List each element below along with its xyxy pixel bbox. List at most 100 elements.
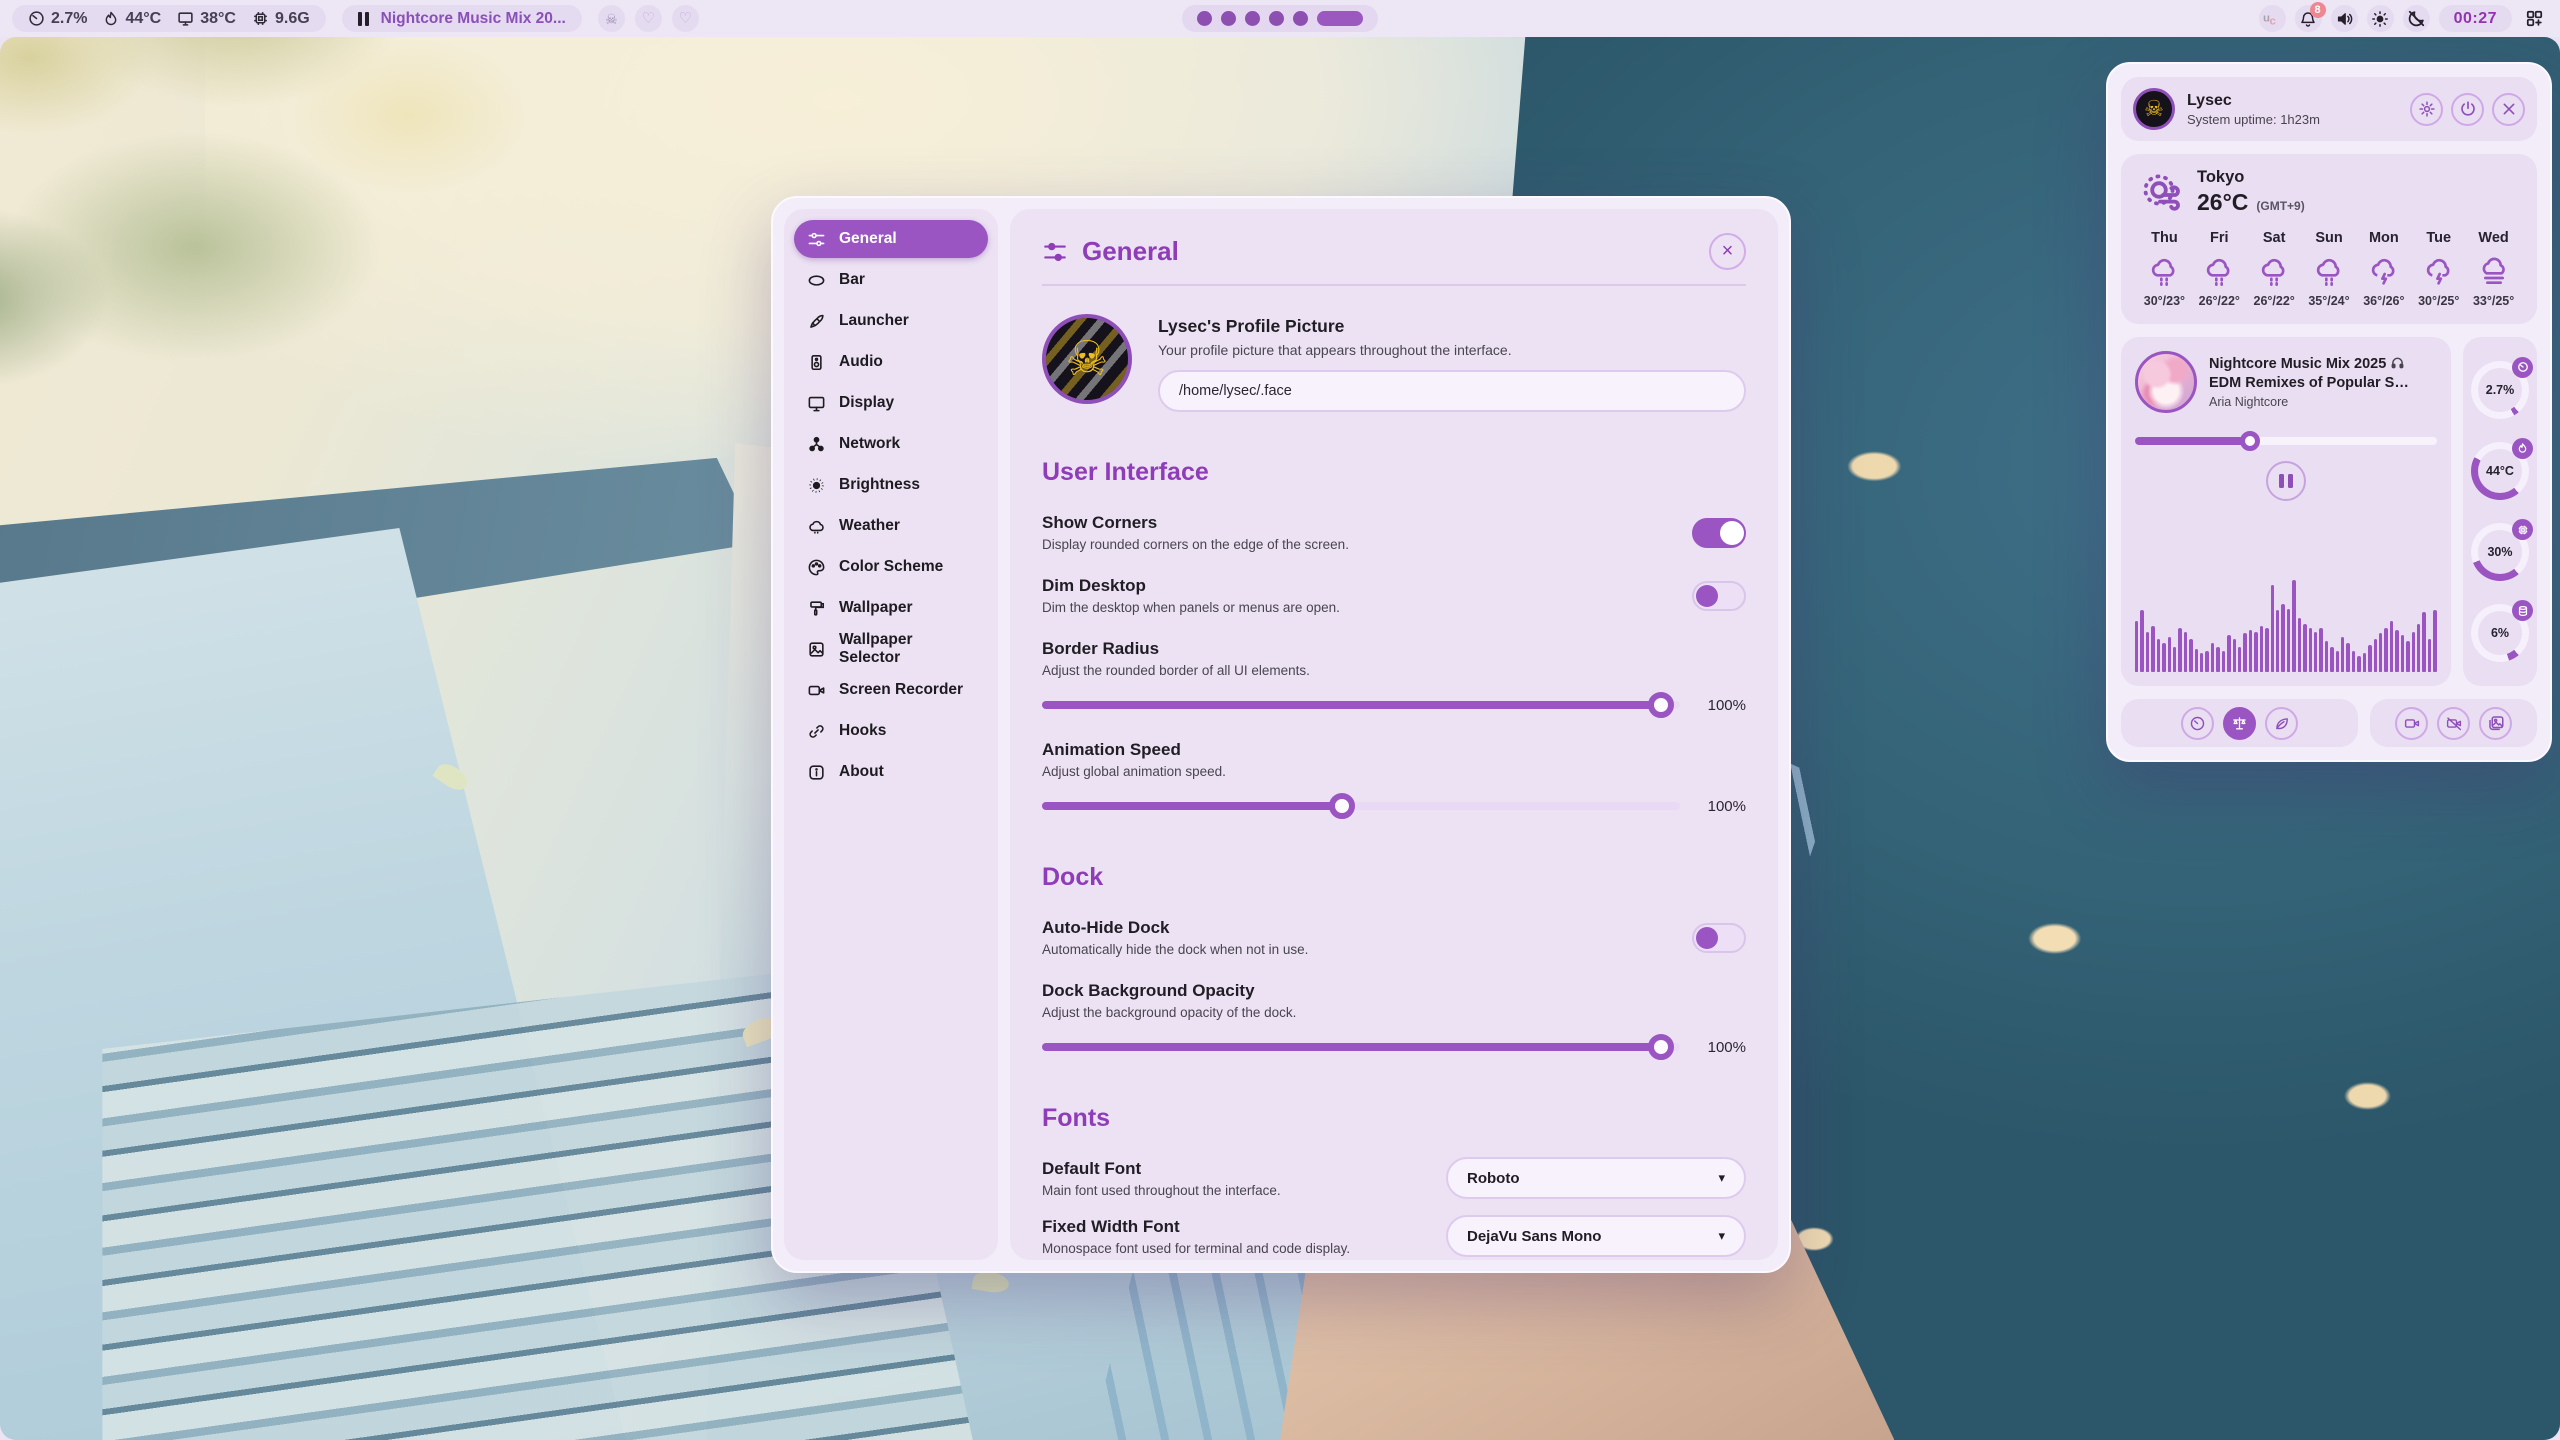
fixed-font-dropdown[interactable]: DejaVu Sans Mono ▾ [1446, 1215, 1746, 1257]
tray-app-button[interactable]: u c [2259, 5, 2286, 32]
sidebar-item-general[interactable]: General [794, 220, 988, 258]
workspace-dot[interactable] [1197, 11, 1212, 26]
sidebar-item-weather[interactable]: Weather [794, 507, 988, 545]
temperature-stat: 44°C [103, 10, 161, 28]
forecast-day: Sat 26°/22° [2247, 230, 2302, 308]
visualizer-bar [2238, 647, 2241, 672]
progress-knob[interactable] [2240, 431, 2260, 451]
like-button[interactable]: ♡ [672, 5, 699, 32]
visualizer-bar [2216, 647, 2219, 672]
moon-off-icon [2407, 9, 2426, 28]
monitor-icon [177, 10, 194, 27]
close-panel-button[interactable] [2492, 93, 2525, 126]
workspace-dot[interactable] [1245, 11, 1260, 26]
workspace-dot[interactable] [1269, 11, 1284, 26]
sidebar-item-about[interactable]: About [794, 753, 988, 791]
workspace-dot[interactable] [1221, 11, 1236, 26]
visualizer-bar [2271, 585, 2274, 672]
rain-icon [2312, 256, 2346, 288]
image-icon [807, 640, 826, 659]
animation-speed-slider[interactable] [1042, 793, 1680, 819]
settings-button[interactable] [2410, 93, 2443, 126]
visualizer-bar [2412, 632, 2415, 672]
visualizer-bar [2422, 612, 2425, 672]
workspace-dot[interactable] [1293, 11, 1308, 26]
visualizer-bar [2395, 630, 2398, 672]
videocam-icon [807, 681, 826, 700]
skull-quick-button[interactable]: ☠ [598, 5, 625, 32]
visualizer-bar [2346, 643, 2349, 672]
notifications-button[interactable]: 8 [2295, 5, 2322, 32]
clock[interactable]: 00:27 [2439, 5, 2512, 32]
sidebar-item-network[interactable]: Network [794, 425, 988, 463]
pause-button[interactable] [2266, 461, 2306, 501]
user-card: ☠ Lysec System uptime: 1h23m [2121, 77, 2537, 141]
sidebar-item-wallpaper-selector[interactable]: Wallpaper Selector [794, 630, 988, 668]
screen-record-off-button[interactable] [2437, 707, 2470, 740]
wallpaper-gallery-button[interactable] [2479, 707, 2512, 740]
visualizer-bar [2200, 653, 2203, 672]
close-button[interactable]: × [1709, 233, 1746, 270]
slider-knob[interactable] [1648, 692, 1674, 718]
workspace-dots[interactable] [1197, 11, 1308, 26]
visualizer-bar [2314, 632, 2317, 672]
visualizer-bar [2168, 637, 2171, 672]
dock-opacity-slider[interactable] [1042, 1034, 1680, 1060]
sidebar-item-color-scheme[interactable]: Color Scheme [794, 548, 988, 586]
tune-icon [807, 230, 826, 249]
sidebar-item-bar[interactable]: Bar [794, 261, 988, 299]
sidebar-item-wallpaper[interactable]: Wallpaper [794, 589, 988, 627]
brightness-button[interactable] [2367, 5, 2394, 32]
border-radius-slider[interactable] [1042, 692, 1680, 718]
active-workspace-pill[interactable] [1317, 11, 1363, 26]
screen-record-button[interactable] [2395, 707, 2428, 740]
power-button[interactable] [2451, 93, 2484, 126]
media-module[interactable]: Nightcore Music Mix 20... [342, 5, 582, 32]
track-progress-slider[interactable] [2135, 431, 2437, 451]
show-corners-toggle[interactable] [1692, 518, 1746, 548]
headphones-icon [2390, 356, 2405, 370]
visualizer-bar [2309, 628, 2312, 672]
visualizer-bar [2368, 645, 2371, 672]
track-title-line1: Nightcore Music Mix 2025 [2209, 356, 2386, 372]
sidebar-item-display[interactable]: Display [794, 384, 988, 422]
forecast-day: Tue 30°/25° [2411, 230, 2466, 308]
speaker-icon [2335, 10, 2354, 28]
slider-knob[interactable] [1648, 1034, 1674, 1060]
balanced-profile-button[interactable] [2223, 707, 2256, 740]
animation-speed-label: Animation Speed [1042, 740, 1746, 760]
sidebar-item-brightness[interactable]: Brightness [794, 466, 988, 504]
chevron-down-icon: ▾ [1718, 1228, 1725, 1244]
show-corners-label: Show Corners [1042, 513, 1349, 533]
night-light-button[interactable] [2403, 5, 2430, 32]
default-font-dropdown[interactable]: Roboto ▾ [1446, 1157, 1746, 1199]
auto-hide-dock-toggle[interactable] [1692, 923, 1746, 953]
track-title-line2: EDM Remixes of Popular S… [2209, 374, 2437, 392]
show-corners-description: Display rounded corners on the edge of t… [1042, 537, 1349, 552]
visualizer-bar [2173, 647, 2176, 672]
sidebar-item-hooks[interactable]: Hooks [794, 712, 988, 750]
favorite-button[interactable]: ♡ [635, 5, 662, 32]
system-stats-module[interactable]: 2.7% 44°C 38°C 9.6G [12, 5, 326, 32]
visualizer-bar [2433, 610, 2436, 672]
sidebar-item-launcher[interactable]: Launcher [794, 302, 988, 340]
workspaces-module[interactable] [1182, 5, 1378, 32]
dim-desktop-toggle[interactable] [1692, 581, 1746, 611]
visualizer-bar [2222, 651, 2225, 672]
system-uptime: System uptime: 1h23m [2187, 112, 2398, 127]
sidebar-item-audio[interactable]: Audio [794, 343, 988, 381]
dim-desktop-description: Dim the desktop when panels or menus are… [1042, 600, 1340, 615]
slider-knob[interactable] [1329, 793, 1355, 819]
section-title-dock: Dock [1042, 863, 1746, 892]
settings-window: General Bar Launcher Audio Display Netwo… [771, 196, 1791, 1273]
forecast-day: Mon 36°/26° [2356, 230, 2411, 308]
sidebar-item-screen-recorder[interactable]: Screen Recorder [794, 671, 988, 709]
visualizer-bar [2336, 651, 2339, 672]
weather-temp: 26°C [2197, 189, 2248, 216]
volume-button[interactable] [2331, 5, 2358, 32]
powersave-profile-button[interactable] [2265, 707, 2298, 740]
overview-button[interactable] [2521, 5, 2548, 32]
avatar: ☠ [2133, 88, 2175, 130]
performance-profile-button[interactable] [2181, 707, 2214, 740]
profile-path-input[interactable] [1158, 370, 1746, 412]
